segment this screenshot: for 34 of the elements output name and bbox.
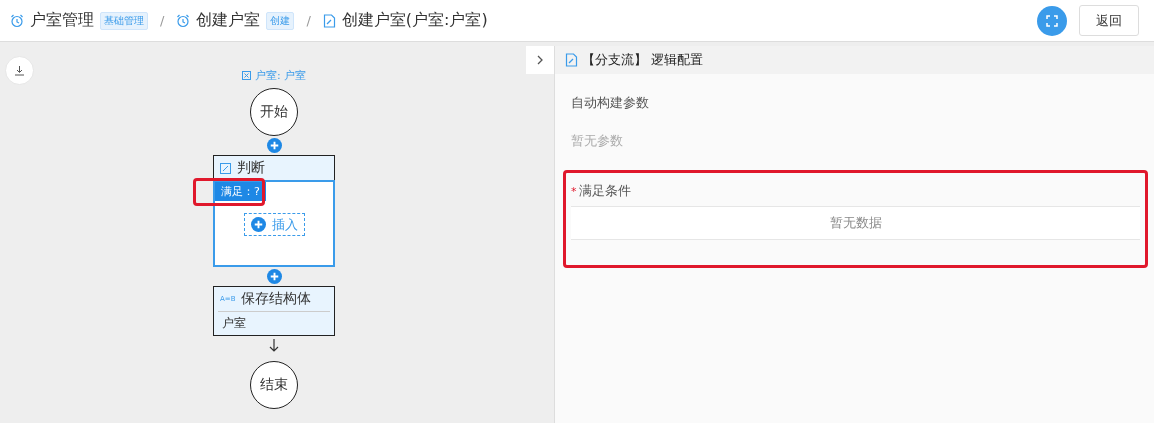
empty-text: 暂无参数 [570, 132, 624, 150]
fullscreen-icon [1046, 14, 1058, 27]
breadcrumb-tag: 创建 [266, 11, 295, 30]
flow-terminal-node: 结束 [250, 361, 298, 409]
fullscreen-button[interactable] [1037, 5, 1067, 36]
down-arrow-icon [269, 339, 279, 352]
breadcrumb-tag: 基础管理 [100, 11, 148, 30]
variable-icon [241, 70, 251, 80]
branch-label[interactable]: 满足：? [215, 182, 266, 201]
required-mark: * [571, 185, 577, 198]
breadcrumb-separator: / [306, 13, 311, 28]
back-button[interactable]: 返回 [1079, 5, 1139, 36]
breadcrumb-item[interactable]: 户室管理 [30, 10, 94, 31]
download-icon[interactable] [5, 56, 34, 85]
breadcrumb-item[interactable]: 创建户室(户室:户室) [341, 10, 488, 31]
document-icon [565, 53, 578, 67]
flow-terminal-node: 开始 [250, 88, 298, 136]
flow-context-label: 户室: 户室 [254, 67, 307, 83]
expand-icon[interactable] [526, 46, 554, 74]
breadcrumb-item[interactable]: 创建户室 [196, 10, 261, 31]
panel-title: 【分支流】 逻辑配置 [582, 51, 704, 69]
add-step-icon[interactable] [266, 269, 282, 284]
document-icon [322, 13, 336, 28]
add-step-icon[interactable] [250, 217, 266, 232]
condition-icon [220, 162, 231, 174]
section-label: 自动构建参数 [570, 94, 650, 112]
add-step-icon[interactable] [266, 138, 282, 153]
alarm-clock-icon [176, 13, 191, 28]
breadcrumb-separator: / [160, 13, 165, 28]
alarm-clock-icon [10, 13, 24, 28]
node-title: 判断 [237, 159, 265, 177]
empty-table: 暂无数据 [571, 206, 1140, 240]
node-title: 保存结构体 [241, 290, 312, 308]
field-label-text: 满足条件 [578, 183, 631, 198]
